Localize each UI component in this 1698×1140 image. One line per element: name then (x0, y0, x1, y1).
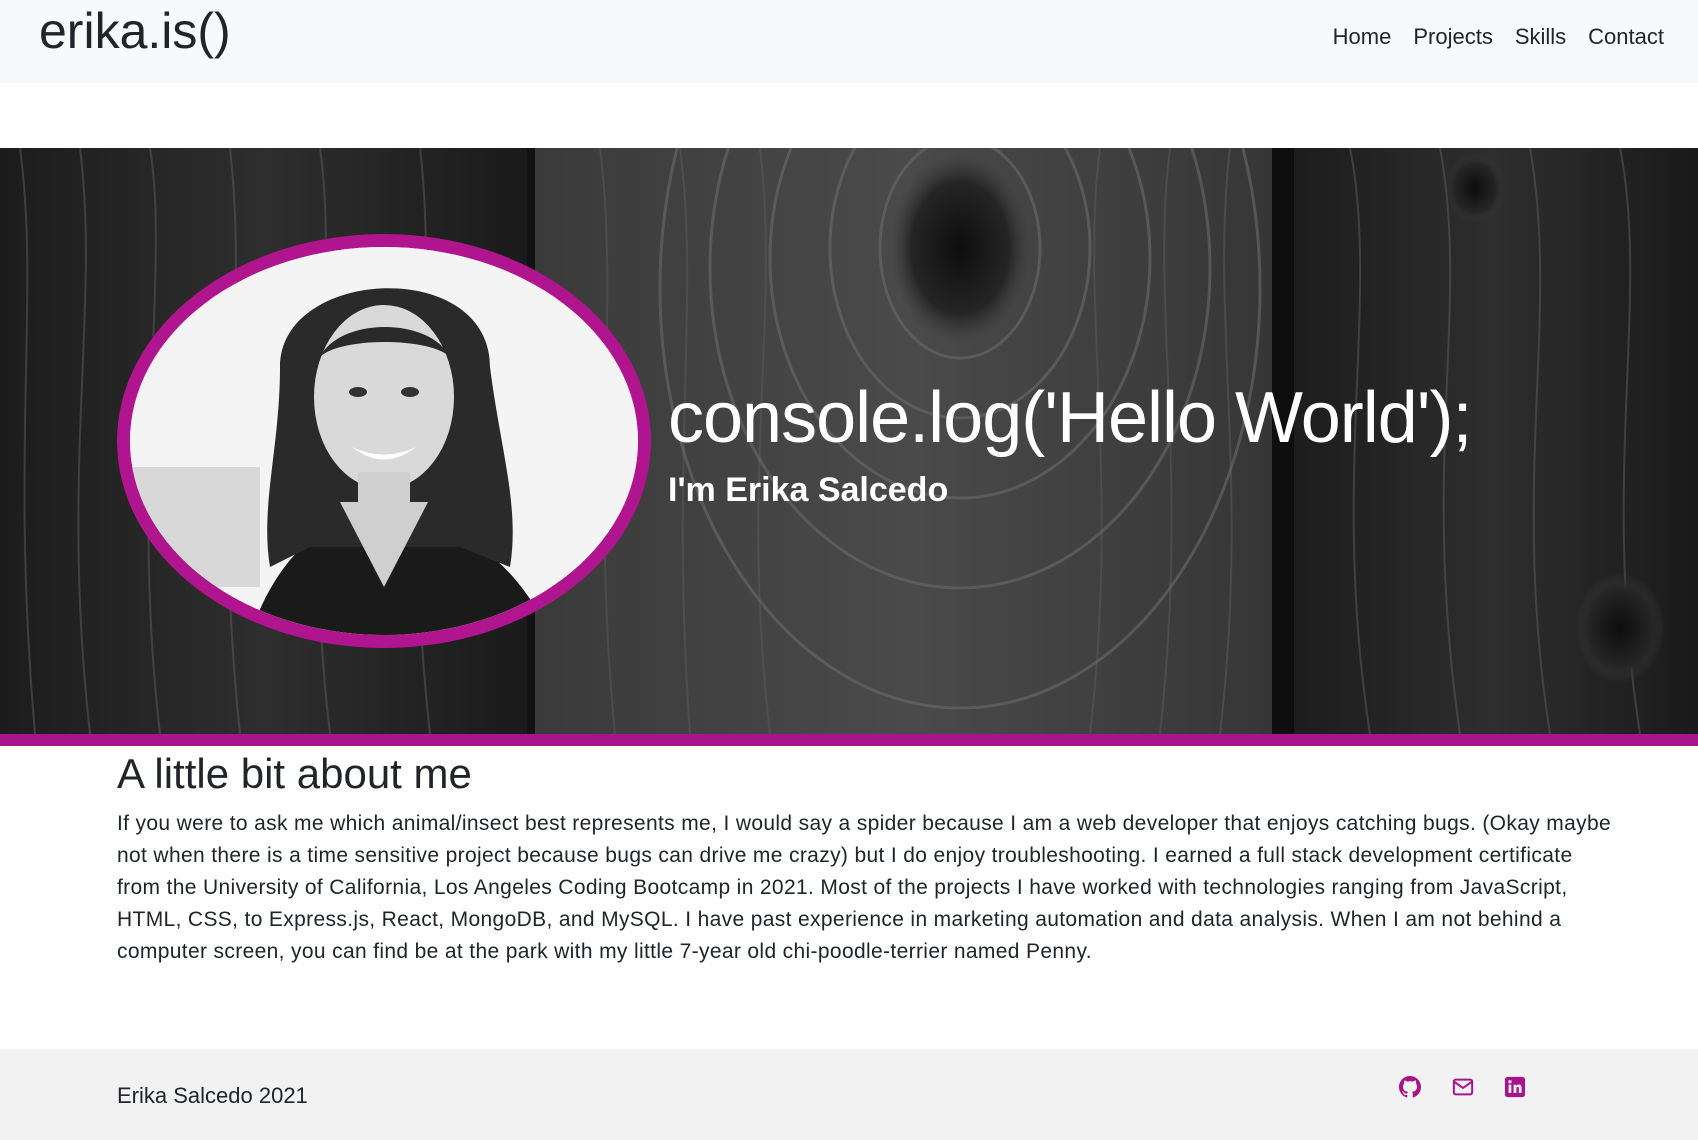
navbar: erika.is() Home Projects Skills Contact (0, 0, 1698, 83)
nav-link-skills[interactable]: Skills (1515, 20, 1566, 54)
portrait-image (130, 247, 638, 635)
about-paragraph: If you were to ask me which animal/insec… (117, 812, 1612, 963)
about-heading: A little bit about me (117, 750, 472, 797)
hero-subtitle: I'm Erika Salcedo (668, 471, 949, 509)
hero-title: console.log('Hello World'); (668, 378, 1472, 458)
envelope-icon[interactable] (1449, 1073, 1477, 1101)
hero-accent-border (0, 734, 1698, 746)
hero-banner: console.log('Hello World'); I'm Erika Sa… (0, 148, 1698, 734)
footer: Erika Salcedo 2021 (0, 1049, 1698, 1140)
brand-logo[interactable]: erika.is() (39, 2, 231, 60)
profile-photo (117, 234, 651, 648)
nav-link-home[interactable]: Home (1333, 20, 1392, 54)
linkedin-icon[interactable] (1501, 1073, 1529, 1101)
github-icon[interactable] (1396, 1073, 1424, 1101)
envelope-icon-glyph (1452, 1078, 1474, 1096)
footer-copyright: Erika Salcedo 2021 (117, 1083, 308, 1108)
nav-links: Home Projects Skills Contact (1333, 20, 1664, 54)
github-icon-glyph (1399, 1076, 1421, 1098)
nav-link-projects[interactable]: Projects (1413, 20, 1492, 54)
linkedin-icon-glyph (1504, 1076, 1526, 1098)
nav-link-contact[interactable]: Contact (1588, 20, 1664, 54)
